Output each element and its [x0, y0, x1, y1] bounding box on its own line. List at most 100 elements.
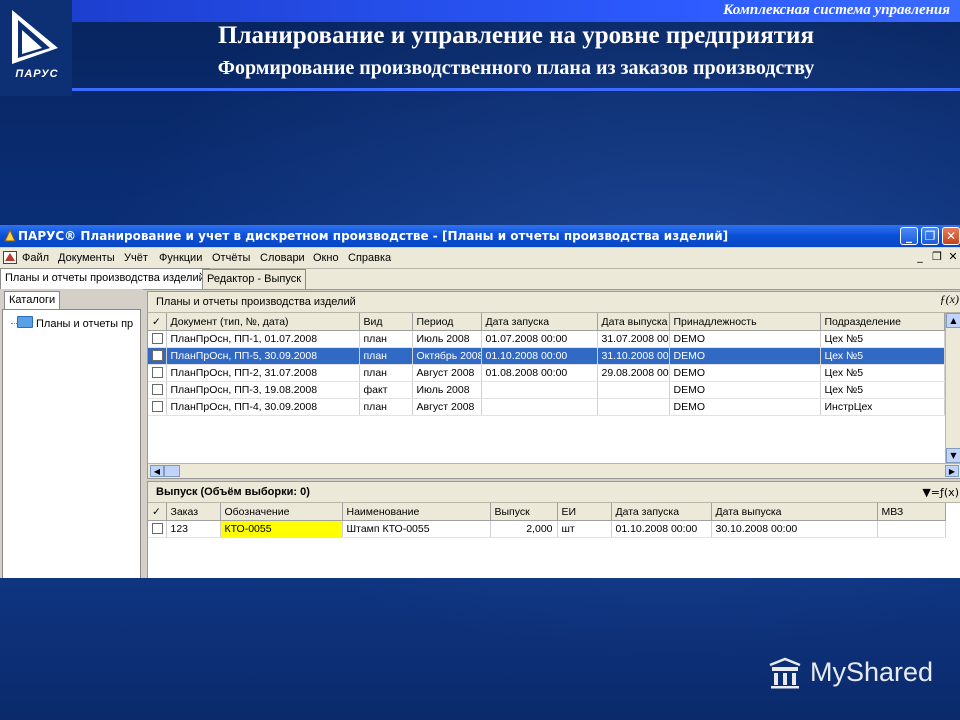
plans-vertical-scrollbar[interactable]: ▲ ▼: [945, 313, 960, 463]
row-checkbox[interactable]: [148, 520, 167, 538]
table-cell: ПланПрОсн, ПП-1, 01.07.2008: [166, 330, 360, 348]
top-band: Комплексная система управления: [72, 0, 960, 22]
menu-accounting[interactable]: Учёт: [124, 252, 148, 264]
plans-grid-panel: Планы и отчеты производства изделий ƒ(x)…: [147, 291, 960, 479]
checkbox-icon[interactable]: [152, 383, 163, 395]
checkbox-icon[interactable]: [152, 349, 163, 361]
table-row[interactable]: ПланПрОсн, ПП-5, 30.09.2008 план Октябрь 2…: [148, 347, 945, 365]
table-cell: ПланПрОсн, ПП-3, 19.08.2008: [166, 381, 360, 399]
table-row[interactable]: 123 КТО-0055 Штамп КТО-0055 2,000 шт 01.10.20…: [148, 520, 946, 538]
table-cell: Цех №5: [820, 381, 945, 399]
column-header-unit[interactable]: ЕИ: [557, 503, 612, 521]
menu-reports[interactable]: Отчёты: [212, 252, 250, 264]
row-checkbox[interactable]: [148, 347, 167, 365]
table-cell: DEMO: [669, 330, 821, 348]
window-title: ПАРУС® Планирование и учет в дискретном …: [18, 229, 729, 243]
table-row[interactable]: ПланПрОсн, ПП-2, 31.07.2008 план Август 20…: [148, 364, 945, 382]
presentation-icon: [769, 657, 801, 689]
table-cell: Июль 2008: [412, 381, 482, 399]
close-button[interactable]: ✕: [942, 227, 960, 245]
table-cell: ПланПрОсн, ПП-4, 30.09.2008: [166, 398, 360, 416]
menu-help[interactable]: Справка: [348, 252, 391, 264]
column-header-start-date[interactable]: Дата запуска: [481, 313, 598, 331]
column-header-release-date[interactable]: Дата выпуска: [711, 503, 878, 521]
table-cell: DEMO: [669, 347, 821, 365]
column-header-cost-center[interactable]: МВЗ: [877, 503, 946, 521]
release-header-row: ✓ Заказ Обозначение Наименование Выпуск …: [148, 503, 946, 521]
tab-catalogs[interactable]: Каталоги: [4, 291, 60, 309]
slide-title: Планирование и управление на уровне пред…: [218, 22, 814, 49]
column-header-owner[interactable]: Принадлежность: [669, 313, 821, 331]
header-divider: [72, 88, 960, 91]
mdi-close-button[interactable]: ✕: [946, 250, 960, 264]
parus-logo: ПАРУС: [0, 0, 72, 96]
table-cell: план: [359, 347, 413, 365]
tab-plans-reports[interactable]: Планы и отчеты производства изделий: [0, 268, 210, 289]
table-cell: 31.10.2008 00:00: [597, 347, 670, 365]
scroll-up-icon[interactable]: ▲: [946, 313, 960, 328]
row-checkbox[interactable]: [148, 381, 167, 399]
column-header-check[interactable]: ✓: [148, 503, 167, 521]
table-cell: DEMO: [669, 381, 821, 399]
table-cell: Октябрь 2008: [412, 347, 482, 365]
menu-file[interactable]: Файл: [22, 252, 49, 264]
checkbox-icon[interactable]: [152, 522, 163, 534]
column-header-period[interactable]: Период: [412, 313, 482, 331]
plans-horizontal-scrollbar[interactable]: ◀ ▶: [148, 463, 960, 478]
tree-item-plans[interactable]: Планы и отчеты пр: [17, 316, 133, 330]
mdi-minimize-button[interactable]: _: [913, 250, 927, 264]
row-checkbox[interactable]: [148, 364, 167, 382]
restore-button[interactable]: ❐: [921, 227, 939, 245]
table-cell: Цех №5: [820, 330, 945, 348]
filter-icon[interactable]: ▼=ƒ(x): [922, 486, 959, 499]
row-checkbox[interactable]: [148, 398, 167, 416]
formula-icon[interactable]: ƒ(x): [940, 292, 959, 307]
table-row[interactable]: ПланПрОсн, ПП-3, 19.08.2008 факт Июль 2008…: [148, 381, 945, 399]
logo-text: ПАРУС: [15, 68, 59, 80]
table-cell: шт: [557, 520, 612, 538]
scroll-left-icon[interactable]: ◀: [150, 465, 164, 477]
checkbox-icon[interactable]: [152, 332, 163, 344]
table-row[interactable]: ПланПрОсн, ПП-1, 01.07.2008 план Июль 2008…: [148, 330, 945, 348]
mdi-restore-button[interactable]: ❐: [930, 250, 944, 264]
table-cell: 29.08.2008 00:00: [597, 364, 670, 382]
table-cell: [597, 398, 670, 416]
menu-window[interactable]: Окно: [313, 252, 339, 264]
column-header-division[interactable]: Подразделение: [820, 313, 945, 331]
column-header-release-date[interactable]: Дата выпуска: [597, 313, 670, 331]
document-window-icon[interactable]: [3, 251, 17, 264]
slide-subtitle: Формирование производственного плана из …: [217, 57, 815, 79]
minimize-button[interactable]: _: [900, 227, 918, 245]
column-header-designation[interactable]: Обозначение: [220, 503, 343, 521]
tab-release-editor[interactable]: Редактор - Выпуск: [202, 269, 307, 289]
checkbox-icon[interactable]: [152, 366, 163, 378]
menu-functions[interactable]: Функции: [159, 252, 202, 264]
column-header-kind[interactable]: Вид: [359, 313, 413, 331]
release-grid-panel: Выпуск (Объём выборки: 0) ▼=ƒ(x) ✓ Заказ…: [147, 481, 960, 578]
window-titlebar[interactable]: ПАРУС® Планирование и учет в дискретном …: [0, 225, 960, 247]
sail-logo-icon: [12, 10, 58, 64]
table-cell: ИнстрЦех: [820, 398, 945, 416]
table-cell: Август 2008: [412, 398, 482, 416]
table-cell: ПланПрОсн, ПП-2, 31.07.2008: [166, 364, 360, 382]
scroll-right-icon[interactable]: ▶: [945, 465, 959, 477]
column-header-document[interactable]: Документ (тип, №, дата): [166, 313, 360, 331]
menu-dictionaries[interactable]: Словари: [260, 252, 305, 264]
column-header-start-date[interactable]: Дата запуска: [611, 503, 712, 521]
menu-documents[interactable]: Документы: [58, 252, 115, 264]
catalog-tree: Планы и отчеты пр: [2, 309, 141, 578]
row-checkbox[interactable]: [148, 330, 167, 348]
scroll-thumb[interactable]: [164, 465, 180, 477]
table-row[interactable]: ПланПрОсн, ПП-4, 30.09.2008 план Август 20…: [148, 398, 945, 416]
table-cell: ПланПрОсн, ПП-5, 30.09.2008: [166, 347, 360, 365]
document-tabs: Планы и отчеты производства изделий Реда…: [0, 268, 960, 290]
plans-panel-header: Планы и отчеты производства изделий ƒ(x): [148, 292, 960, 313]
scroll-down-icon[interactable]: ▼: [946, 448, 960, 463]
column-header-name[interactable]: Наименование: [342, 503, 491, 521]
checkbox-icon[interactable]: [152, 400, 163, 412]
column-header-output[interactable]: Выпуск: [490, 503, 558, 521]
release-table: ✓ Заказ Обозначение Наименование Выпуск …: [148, 503, 946, 538]
column-header-check[interactable]: ✓: [148, 313, 167, 331]
table-cell: DEMO: [669, 398, 821, 416]
column-header-order[interactable]: Заказ: [166, 503, 221, 521]
